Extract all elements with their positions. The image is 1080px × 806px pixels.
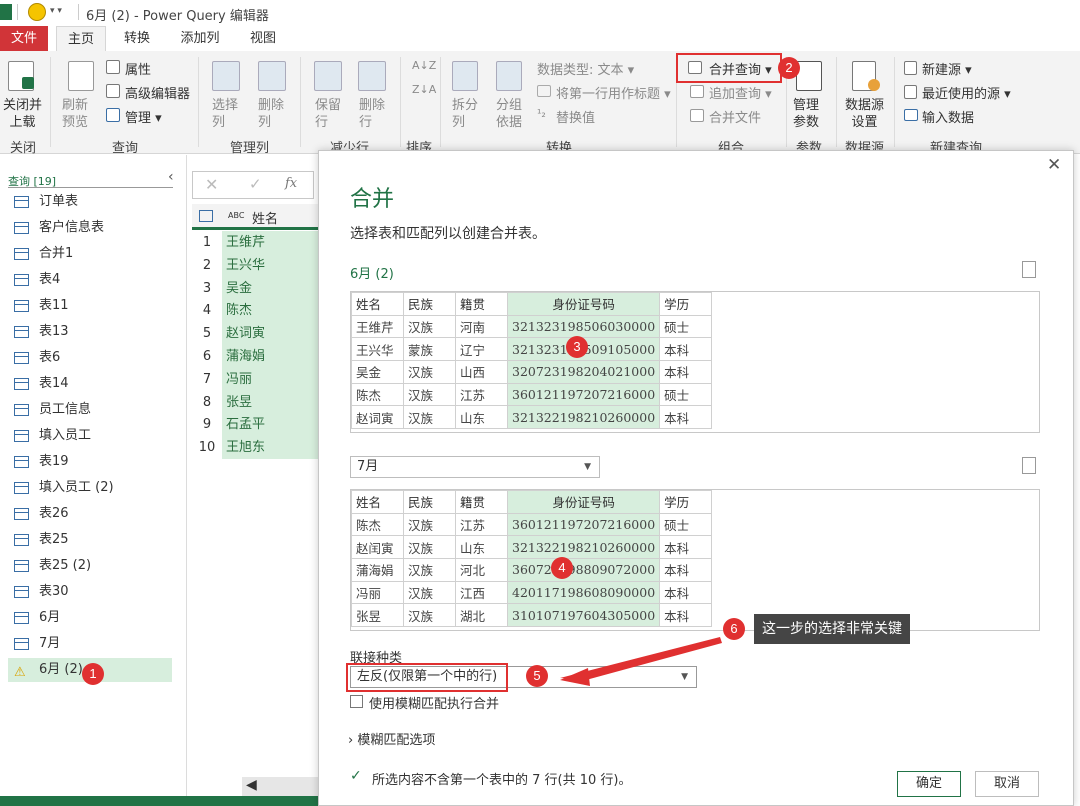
badge-3: 3: [566, 336, 588, 358]
badge-2: 2: [778, 57, 800, 79]
badge-6: 6: [723, 618, 745, 640]
badge-4: 4: [551, 557, 573, 579]
annotation-tooltip: 这一步的选择非常关键: [754, 614, 910, 644]
badge-5: 5: [526, 665, 548, 687]
badge-1: 1: [82, 663, 104, 685]
